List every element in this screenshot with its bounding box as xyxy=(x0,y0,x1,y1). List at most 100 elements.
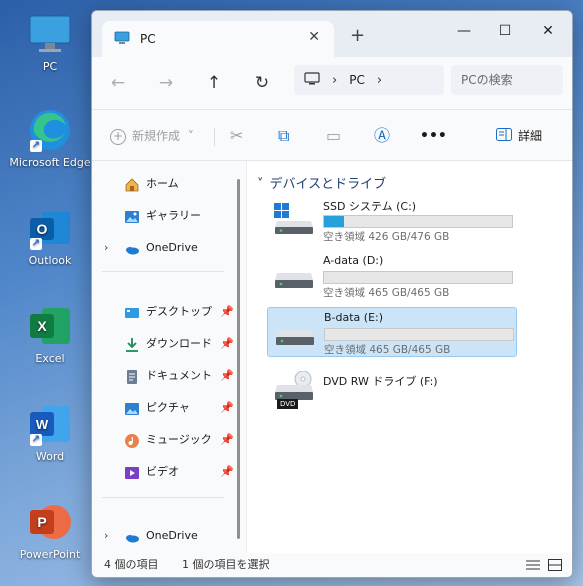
details-label: 詳細 xyxy=(518,129,543,143)
powerpoint-icon: P xyxy=(28,500,72,544)
desktop-icon-powerpoint[interactable]: P PowerPoint xyxy=(6,500,94,561)
desktop: { "desktop": { "icons": [ {"label": "PC"… xyxy=(0,0,583,586)
address-bar[interactable]: › PC › xyxy=(294,65,444,95)
desktop-icon-word[interactable]: W ↗ Word xyxy=(6,402,94,463)
forward-button[interactable]: → xyxy=(154,71,178,95)
pin-icon[interactable]: 📌 xyxy=(220,331,234,357)
nav-item-music[interactable]: ミュージック 📌 xyxy=(102,427,238,453)
drive-e[interactable]: B-data (E:) 空き領域 465 GB/465 GB xyxy=(267,307,517,357)
drive-c[interactable]: SSD システム (C:) 空き領域 426 GB/476 GB xyxy=(267,195,515,243)
new-label: 新規作成 xyxy=(132,129,181,143)
maximize-button[interactable]: ☐ xyxy=(490,19,520,43)
pin-icon[interactable]: 📌 xyxy=(220,459,234,485)
chevron-right-icon[interactable]: › xyxy=(104,235,108,261)
pin-icon[interactable]: 📌 xyxy=(220,427,234,453)
nav-label: ドキュメント xyxy=(146,369,212,382)
breadcrumb-separator[interactable]: › xyxy=(332,73,337,88)
nav-item-documents[interactable]: ドキュメント 📌 xyxy=(102,363,238,389)
nav-item-videos[interactable]: ビデオ 📌 xyxy=(102,459,238,485)
nav-label: ギャラリー xyxy=(146,209,201,222)
details-button[interactable]: 詳細 xyxy=(496,124,542,148)
home-icon xyxy=(124,176,140,192)
close-window-button[interactable]: ✕ xyxy=(533,19,563,43)
nav-label: デスクトップ xyxy=(146,305,212,318)
outlook-icon: O ↗ xyxy=(28,206,72,250)
pin-icon[interactable]: 📌 xyxy=(220,363,234,389)
cut-icon[interactable]: ✂ xyxy=(230,124,243,148)
breadcrumb-pc[interactable]: PC xyxy=(349,73,365,87)
drive-name: A-data (D:) xyxy=(323,254,384,267)
nav-item-onedrive-2[interactable]: › OneDrive xyxy=(102,523,238,549)
tab-pc[interactable]: PC ✕ xyxy=(102,21,334,57)
copy-icon[interactable]: ⧉ xyxy=(278,124,289,148)
new-button[interactable]: + 新規作成 ˅ xyxy=(110,124,194,148)
drive-name: B-data (E:) xyxy=(324,311,384,324)
back-button[interactable]: ← xyxy=(106,71,130,95)
drive-free-space: 空き領域 465 GB/465 GB xyxy=(324,344,451,356)
desktop-folder-icon xyxy=(124,304,140,320)
chevron-right-icon[interactable]: › xyxy=(104,523,108,549)
paste-icon[interactable]: ▭ xyxy=(326,124,341,148)
desktop-icon-label: Outlook xyxy=(28,254,72,267)
drive-name: SSD システム (C:) xyxy=(323,200,417,213)
drive-name: DVD RW ドライブ (F:) xyxy=(323,375,438,388)
desktop-icon-pc[interactable]: PC xyxy=(6,12,94,73)
file-explorer-window: PC ✕ + — ☐ ✕ ← → ↑ ↻ › PC › PCの検索 + 新規作成 … xyxy=(91,10,573,578)
desktop-icon-edge[interactable]: ↗ Microsoft Edge xyxy=(6,108,94,169)
refresh-button[interactable]: ↻ xyxy=(250,71,274,95)
breadcrumb-separator[interactable]: › xyxy=(377,73,382,88)
desktop-icon-label: PC xyxy=(42,60,58,73)
dvd-badge: DVD xyxy=(277,399,299,409)
download-icon xyxy=(124,336,140,352)
gallery-icon xyxy=(124,208,140,224)
drive-d[interactable]: A-data (D:) 空き領域 465 GB/465 GB xyxy=(267,251,515,299)
nav-item-pictures[interactable]: ピクチャ 📌 xyxy=(102,395,238,421)
shortcut-arrow-icon: ↗ xyxy=(30,434,42,446)
pin-icon[interactable]: 📌 xyxy=(220,395,234,421)
onedrive-cloud-icon xyxy=(124,240,140,256)
nav-item-home[interactable]: ホーム xyxy=(102,171,238,197)
close-tab-icon[interactable]: ✕ xyxy=(308,29,320,45)
content-area: ホーム ギャラリー › OneDrive デスクトップ 📌 ダウンロード 📌 ド… xyxy=(92,161,572,553)
dvd-drive-icon: DVD xyxy=(273,370,315,409)
nav-item-downloads[interactable]: ダウンロード 📌 xyxy=(102,331,238,357)
divider xyxy=(102,271,224,272)
nav-scrollbar[interactable] xyxy=(237,179,240,539)
svg-text:O: O xyxy=(37,221,48,237)
item-count: 4 個の項目 xyxy=(104,558,159,571)
nav-label: OneDrive xyxy=(146,529,198,542)
drive-usage-fill xyxy=(324,216,344,227)
drive-f-dvd[interactable]: DVD DVD RW ドライブ (F:) xyxy=(267,363,515,411)
new-tab-button[interactable]: + xyxy=(350,25,365,46)
tiles-view-icon[interactable] xyxy=(548,553,562,577)
navigation-bar: ← → ↑ ↻ › PC › PCの検索 xyxy=(92,57,572,110)
nav-item-desktop[interactable]: デスクトップ 📌 xyxy=(102,299,238,325)
nav-item-onedrive[interactable]: › OneDrive xyxy=(102,235,238,261)
desktop-icon-excel[interactable]: X Excel xyxy=(6,304,94,365)
search-input[interactable]: PCの検索 xyxy=(451,65,563,95)
desktop-icon-outlook[interactable]: O ↗ Outlook xyxy=(6,206,94,267)
rename-icon[interactable]: Ⓐ xyxy=(374,124,390,148)
video-icon xyxy=(124,464,140,480)
nav-label: ビデオ xyxy=(146,465,179,478)
drive-usage-bar xyxy=(323,215,513,228)
more-options-icon[interactable]: ••• xyxy=(420,124,447,148)
details-view-icon[interactable] xyxy=(526,553,540,577)
shortcut-arrow-icon: ↗ xyxy=(30,238,42,250)
nav-label: ミュージック xyxy=(146,433,212,446)
drive-free-space: 空き領域 465 GB/465 GB xyxy=(323,287,450,299)
monitor-icon xyxy=(28,12,72,56)
desktop-icon-label: Word xyxy=(35,450,65,463)
nav-item-gallery[interactable]: ギャラリー xyxy=(102,203,238,229)
up-button[interactable]: ↑ xyxy=(202,71,226,95)
plus-icon: + xyxy=(110,128,126,145)
title-bar: PC ✕ + — ☐ ✕ xyxy=(92,11,572,57)
word-icon: W ↗ xyxy=(28,402,72,446)
document-icon xyxy=(124,368,140,384)
group-header-devices[interactable]: ˅ デバイスとドライブ xyxy=(257,173,386,192)
shortcut-arrow-icon: ↗ xyxy=(30,140,42,152)
minimize-button[interactable]: — xyxy=(449,19,479,43)
pin-icon[interactable]: 📌 xyxy=(220,299,234,325)
divider xyxy=(214,128,215,146)
windows-drive-icon xyxy=(273,203,315,234)
